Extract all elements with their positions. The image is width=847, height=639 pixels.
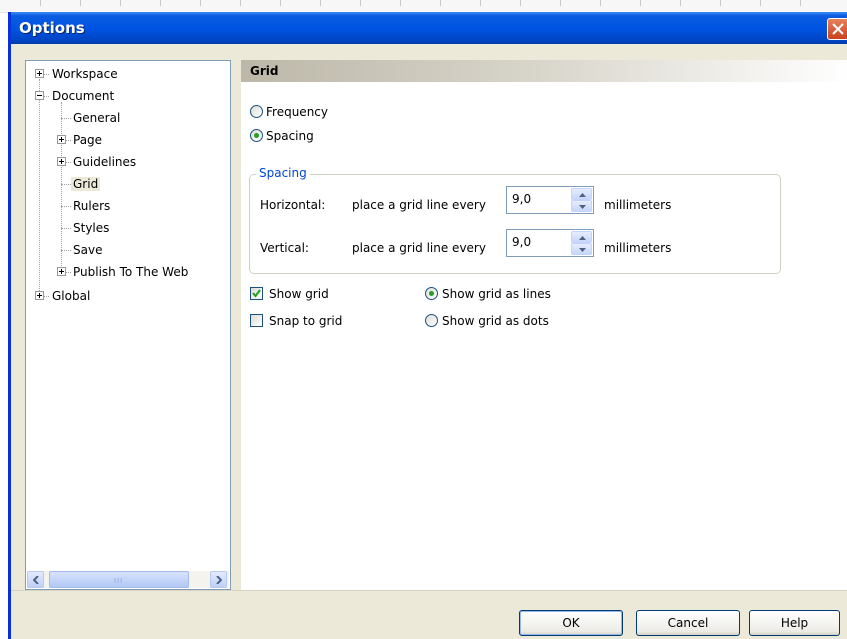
cancel-button[interactable]: Cancel bbox=[636, 610, 740, 636]
tree-item-rulers[interactable]: Rulers bbox=[73, 197, 110, 215]
vertical-unit: millimeters bbox=[604, 241, 672, 255]
spacing-radio[interactable] bbox=[250, 129, 263, 142]
arrow-left-icon bbox=[33, 576, 39, 584]
scroll-left-button[interactable] bbox=[27, 571, 44, 588]
expand-icon[interactable] bbox=[57, 157, 66, 166]
category-tree[interactable]: Workspace Document General Page Guidelin… bbox=[25, 60, 231, 590]
close-button[interactable] bbox=[827, 18, 847, 40]
collapse-icon[interactable] bbox=[35, 91, 44, 100]
button-bar-divider bbox=[11, 590, 847, 591]
scrollbar-thumb[interactable]: III bbox=[49, 571, 189, 588]
arrow-right-icon bbox=[216, 576, 222, 584]
checkmark-icon bbox=[252, 289, 261, 298]
tree-item-general[interactable]: General bbox=[73, 109, 120, 127]
snap-to-grid-label[interactable]: Snap to grid bbox=[269, 314, 342, 328]
show-grid-as-lines-label[interactable]: Show grid as lines bbox=[442, 287, 551, 301]
show-grid-as-lines-radio[interactable] bbox=[425, 287, 438, 300]
horizontal-spacing-stepper[interactable]: 9,0 bbox=[506, 186, 594, 214]
increment-button[interactable] bbox=[571, 188, 592, 200]
arrow-down-icon bbox=[579, 205, 586, 209]
decrement-button[interactable] bbox=[571, 243, 592, 255]
vertical-description: place a grid line every bbox=[352, 241, 486, 255]
increment-button[interactable] bbox=[571, 231, 592, 243]
vertical-spacing-stepper[interactable]: 9,0 bbox=[506, 229, 594, 257]
spacing-group-title: Spacing bbox=[256, 166, 310, 180]
settings-panel: Grid Frequency Spacing Spacing Horizonta… bbox=[241, 60, 847, 590]
snap-to-grid-checkbox[interactable] bbox=[250, 314, 263, 327]
options-dialog: Options Workspace Document General Page … bbox=[8, 12, 847, 639]
arrow-up-icon bbox=[579, 193, 586, 197]
decrement-button[interactable] bbox=[571, 200, 592, 212]
expand-icon[interactable] bbox=[35, 291, 44, 300]
horizontal-unit: millimeters bbox=[604, 198, 672, 212]
show-grid-checkbox[interactable] bbox=[250, 287, 263, 300]
show-grid-as-dots-radio[interactable] bbox=[425, 314, 438, 327]
spacing-group: Spacing Horizontal: place a grid line ev… bbox=[249, 166, 781, 274]
help-button[interactable]: Help bbox=[749, 610, 840, 636]
horizontal-scrollbar[interactable]: III bbox=[27, 571, 229, 588]
arrow-down-icon bbox=[579, 248, 586, 252]
title-bar[interactable]: Options bbox=[11, 12, 847, 44]
tree-item-save[interactable]: Save bbox=[73, 241, 102, 259]
spacing-label[interactable]: Spacing bbox=[266, 129, 314, 143]
expand-icon[interactable] bbox=[57, 135, 66, 144]
window-title: Options bbox=[19, 19, 85, 37]
close-icon bbox=[832, 23, 844, 35]
arrow-up-icon bbox=[579, 236, 586, 240]
tree-item-styles[interactable]: Styles bbox=[73, 219, 109, 237]
show-grid-as-dots-label[interactable]: Show grid as dots bbox=[442, 314, 549, 328]
show-grid-label[interactable]: Show grid bbox=[269, 287, 329, 301]
ok-button[interactable]: OK bbox=[519, 610, 623, 636]
frequency-label[interactable]: Frequency bbox=[266, 105, 328, 119]
vertical-label: Vertical: bbox=[260, 241, 309, 255]
frequency-radio[interactable] bbox=[250, 105, 263, 118]
tree-item-grid[interactable]: Grid bbox=[71, 175, 101, 193]
panel-header: Grid bbox=[241, 60, 847, 82]
horizontal-description: place a grid line every bbox=[352, 198, 486, 212]
scroll-right-button[interactable] bbox=[210, 571, 227, 588]
expand-icon[interactable] bbox=[35, 69, 44, 78]
horizontal-label: Horizontal: bbox=[260, 198, 326, 212]
expand-icon[interactable] bbox=[57, 267, 66, 276]
vertical-spacing-value[interactable]: 9,0 bbox=[512, 235, 531, 249]
horizontal-spacing-value[interactable]: 9,0 bbox=[512, 192, 531, 206]
